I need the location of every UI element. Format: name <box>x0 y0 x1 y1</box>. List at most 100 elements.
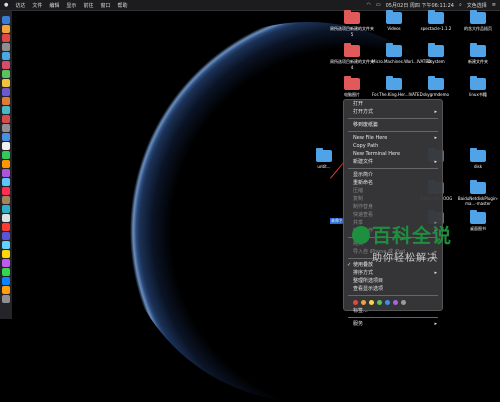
dock-app-icon[interactable] <box>2 178 10 186</box>
context-menu-item[interactable]: 整理所选项目 <box>344 277 442 285</box>
tag-color-dot[interactable] <box>377 300 382 305</box>
context-menu-item[interactable]: 打开 <box>344 100 442 108</box>
dock-app-icon[interactable] <box>2 43 10 51</box>
menu-item-label: New File Here <box>353 135 388 141</box>
dock-app-icon[interactable] <box>2 34 10 42</box>
menu-item-4[interactable]: 前往 <box>83 2 93 9</box>
menu-item-3[interactable]: 显示 <box>66 2 76 9</box>
dock-app-icon[interactable] <box>2 268 10 276</box>
menu-item-label: Copy Path <box>353 143 379 149</box>
context-menu-item[interactable]: New File Here ▸ <box>344 134 442 142</box>
desktop-folder[interactable]: 电脑图片 <box>330 76 374 98</box>
folder-icon <box>428 76 444 90</box>
dock-app-icon[interactable] <box>2 61 10 69</box>
menu-item-5[interactable]: 窗口 <box>100 2 110 9</box>
dock-app-icon[interactable] <box>2 142 10 150</box>
menu-item-label: 制作替身 <box>353 204 374 210</box>
context-menu-item[interactable]: 移到废纸篓 <box>344 121 442 129</box>
context-menu-item[interactable]: 显示简介 <box>344 171 442 179</box>
dock-app-icon[interactable] <box>2 259 10 267</box>
dock-app-icon[interactable] <box>2 196 10 204</box>
tag-color-dot[interactable] <box>369 300 374 305</box>
context-menu-item[interactable]: 复制 <box>344 195 442 203</box>
dock-app-icon[interactable] <box>2 25 10 33</box>
dock-app-icon[interactable] <box>2 250 10 258</box>
context-menu-item[interactable]: Copy Path <box>344 142 442 150</box>
desktop-folder[interactable]: For.The.King.Her...IVATED <box>372 76 423 97</box>
desktop-folder[interactable]: 周所选项目新建的文件夹 4 <box>330 43 374 70</box>
dock-app-icon[interactable] <box>2 205 10 213</box>
dock-app-icon[interactable] <box>2 52 10 60</box>
context-menu-item[interactable]: 重新命名 <box>344 179 442 187</box>
wifi-icon[interactable]: ◠ <box>366 2 370 8</box>
selected-file-label[interactable]: 未命名 <box>330 218 344 224</box>
folder-icon <box>428 10 444 24</box>
desktop-folder[interactable]: skygrmdemo <box>414 76 458 97</box>
tag-color-dot[interactable] <box>361 300 366 305</box>
dock-app-icon[interactable] <box>2 16 10 24</box>
menu-item-label: 移到废纸篓 <box>353 122 379 128</box>
dock-app-icon[interactable] <box>2 223 10 231</box>
dock-app-icon[interactable] <box>2 151 10 159</box>
desktop-folder[interactable]: spectacle-1.1.2 <box>414 10 458 31</box>
context-menu-item[interactable]: 压缩 <box>344 187 442 195</box>
menu-item-1[interactable]: 文件 <box>32 2 42 9</box>
desktop-folder[interactable]: Videos <box>372 10 416 31</box>
dock-app-icon[interactable] <box>2 70 10 78</box>
dock-app-icon[interactable] <box>2 169 10 177</box>
dock-app-icon[interactable] <box>2 115 10 123</box>
tag-color-dot[interactable] <box>385 300 390 305</box>
submenu-arrow-icon: ▸ <box>434 321 437 327</box>
folder-label: Micro.Machines.Worl...IVATED <box>372 59 431 64</box>
menu-item-0[interactable]: 访达 <box>15 2 25 9</box>
context-menu-item[interactable]: 打开方式 ▸ <box>344 108 442 116</box>
context-menu-item[interactable]: 查看显示选项 <box>344 285 442 293</box>
dock-app-icon[interactable] <box>2 88 10 96</box>
dock-app-icon[interactable] <box>2 97 10 105</box>
menu-item-2[interactable]: 编辑 <box>49 2 59 9</box>
folder-label: disk <box>473 164 483 169</box>
context-menu-item[interactable]: New Terminal Here <box>344 150 442 158</box>
context-menu-item[interactable]: 制作替身 <box>344 203 442 211</box>
desktop-folder[interactable]: 的含大作品插页 <box>456 10 500 32</box>
clock-text[interactable]: 05月02日 周四 下午06:11:24 <box>386 2 454 9</box>
dock-app-icon[interactable] <box>2 187 10 195</box>
tag-color-dot[interactable] <box>393 300 398 305</box>
dock-app-icon[interactable] <box>2 160 10 168</box>
folder-icon <box>470 76 486 90</box>
input-source-label[interactable]: 文色选择 <box>467 2 487 9</box>
desktop-folder[interactable]: 新建文件夹 <box>456 43 500 65</box>
dock-app-icon[interactable] <box>2 214 10 222</box>
menu-item-label: 打开 <box>353 101 364 107</box>
folder-icon <box>344 43 360 57</box>
dock-app-icon[interactable] <box>2 277 10 285</box>
desktop-folder[interactable]: Micro.Machines.Worl...IVATED <box>372 43 431 64</box>
context-menu-item[interactable]: 服务 ▸ <box>344 320 442 328</box>
menu-item-6[interactable]: 帮助 <box>117 2 127 9</box>
desktop-folder[interactable]: 周所选项目新建的文件夹 5 <box>330 10 374 37</box>
desktop-folder[interactable]: Usystem <box>414 43 458 64</box>
dock-app-icon[interactable] <box>2 295 10 303</box>
desktop-folder[interactable]: BaiduNetdiskPlugin-ma...-master <box>456 180 500 206</box>
dock-app-icon[interactable] <box>2 286 10 294</box>
dock-app-icon[interactable] <box>2 133 10 141</box>
dock-app-icon[interactable] <box>2 106 10 114</box>
tag-color-dot[interactable] <box>401 300 406 305</box>
spotlight-icon[interactable]: ⌕ <box>459 2 462 8</box>
context-menu-item[interactable]: 新建文件 ▸ <box>344 158 442 166</box>
dock-app-icon[interactable] <box>2 232 10 240</box>
desktop-folder[interactable]: linux书籍 <box>456 76 500 98</box>
dock-app-icon[interactable] <box>2 241 10 249</box>
menu-list-icon[interactable]: ≡ <box>492 2 496 8</box>
dock-app-icon[interactable] <box>2 79 10 87</box>
dock-app-icon[interactable] <box>2 124 10 132</box>
battery-icon[interactable]: ▭ <box>376 2 381 8</box>
desktop-folder[interactable]: disk <box>456 148 500 169</box>
folder-label: 周所选项目新建的文件夹 5 <box>330 26 374 37</box>
tag-color-dot[interactable] <box>353 300 358 305</box>
context-menu-item[interactable]: 标签... <box>344 307 442 315</box>
apple-logo-icon[interactable]: ● <box>4 2 8 8</box>
context-menu-item[interactable]: 快速查看 <box>344 211 442 219</box>
context-menu: 打开 打开方式 ▸ 移到废纸篓 New File Here ▸ Copy Path New T… <box>343 99 443 327</box>
menu-item-label: 服务 <box>353 321 364 327</box>
